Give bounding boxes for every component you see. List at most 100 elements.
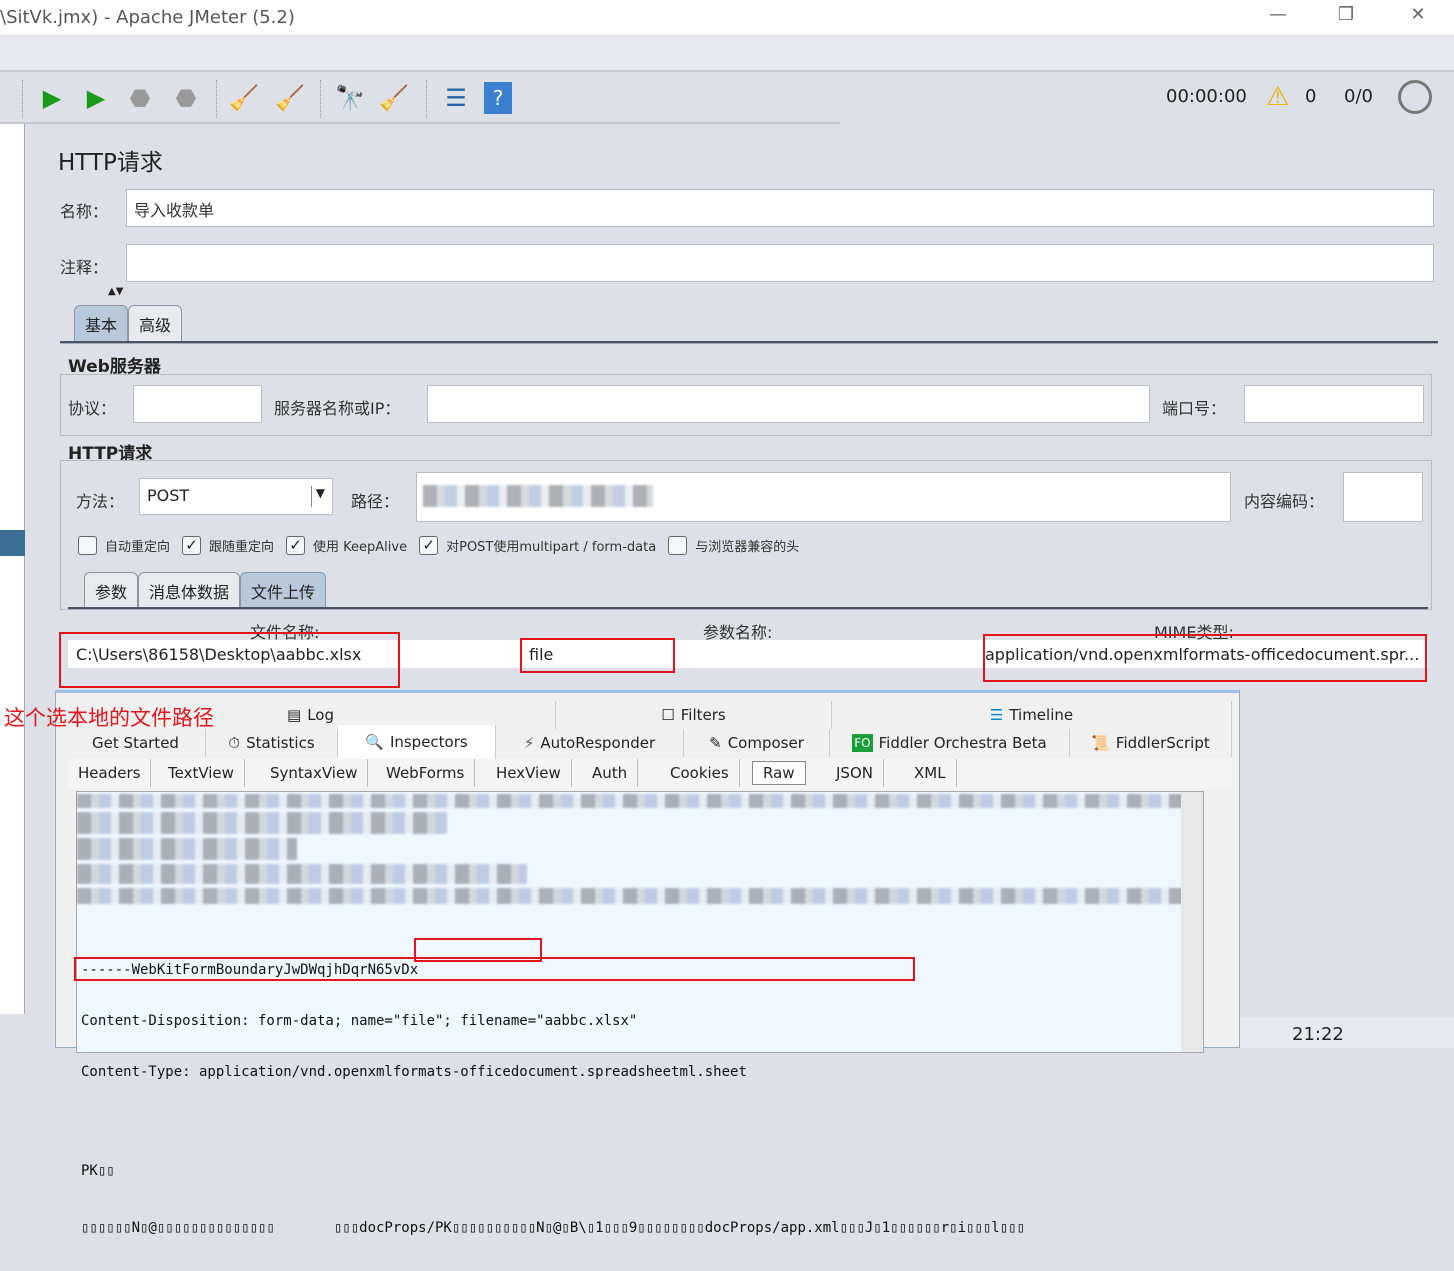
tab-label: Get Started <box>92 734 179 752</box>
separator <box>22 80 23 118</box>
window-title: \SitVk.jmx) - Apache JMeter (5.2) <box>0 7 295 28</box>
broom-icon[interactable]: 🧹 <box>378 82 410 114</box>
raw-request-view[interactable]: ------WebKitFormBoundaryJwDWqjhDqrN65vDx… <box>76 791 1204 1236</box>
blurred-content <box>77 864 527 884</box>
raw-line: Content-Disposition: form-data; name="fi… <box>81 1013 638 1029</box>
start-icon[interactable]: ▶ <box>36 82 68 114</box>
divider <box>68 607 1428 610</box>
clear-icon[interactable]: 🧹 <box>228 82 260 114</box>
toolbar: ▶ ▶ ⬣ ⬣ 🧹 🧹 🔭 🧹 ☰ ? <box>0 72 840 124</box>
tab-log-label: Log <box>307 706 334 724</box>
split-arrows-icon[interactable]: ▲▼ <box>108 286 123 297</box>
raw-line <box>81 1115 1025 1129</box>
tab-inspectors[interactable]: 🔍 Inspectors <box>338 725 496 759</box>
chevron-down-icon: ▼ <box>310 486 325 507</box>
tab-label: Fiddler Orchestra Beta <box>878 734 1047 752</box>
name-input[interactable]: 导入收款单 <box>126 189 1434 227</box>
start-no-pauses-icon[interactable]: ▶ <box>80 82 112 114</box>
subtab-textview[interactable]: TextView <box>158 759 245 787</box>
subtab-headers[interactable]: Headers <box>68 759 152 787</box>
port-label: 端口号： <box>1162 399 1227 418</box>
warning-count: 0 <box>1305 86 1317 107</box>
tab-get-started[interactable]: Get Started <box>66 729 206 757</box>
shutdown-icon[interactable]: ⬣ <box>170 82 202 114</box>
highlight-box <box>59 632 400 688</box>
tab-fiddlerscript[interactable]: 📜 FiddlerScript <box>1070 729 1232 757</box>
subtab-auth[interactable]: Auth <box>582 759 639 787</box>
stop-icon[interactable]: ⬣ <box>124 82 156 114</box>
multipart-label: 对POST使用multipart / form-data <box>446 540 657 555</box>
tree-selected-node[interactable] <box>0 530 25 556</box>
highlight-box <box>74 957 915 981</box>
menu-bar <box>0 36 1454 72</box>
main-tabs: 基本 高级 <box>74 305 183 341</box>
tab-filters[interactable]: ☐ Filters <box>556 701 832 729</box>
help-icon[interactable]: ? <box>484 82 512 114</box>
multipart-checkbox[interactable]: ✓ <box>419 536 439 555</box>
tab-fiddler-orchestra[interactable]: FO Fiddler Orchestra Beta <box>830 729 1070 757</box>
tab-label: FiddlerScript <box>1115 734 1210 752</box>
tab-statistics[interactable]: ⏱ Statistics <box>206 729 338 757</box>
port-input[interactable] <box>1244 385 1424 423</box>
tab-filters-label: Filters <box>680 706 726 724</box>
browser-headers-checkbox[interactable] <box>668 536 688 555</box>
tab-composer[interactable]: ✎ Composer <box>684 729 830 757</box>
timeline-icon: ☰ <box>989 706 1004 724</box>
tab-body-data[interactable]: 消息体数据 <box>138 572 241 608</box>
tab-parameters[interactable]: 参数 <box>84 572 139 608</box>
binoculars-icon[interactable]: 🔭 <box>334 82 366 114</box>
subtab-json[interactable]: JSON <box>826 759 884 787</box>
restore-button[interactable]: ❐ <box>1326 4 1366 25</box>
tab-basic[interactable]: 基本 <box>74 305 129 341</box>
highlight-box <box>983 634 1427 682</box>
subtab-xml[interactable]: XML <box>904 759 957 787</box>
stopwatch-icon: ⏱ <box>228 734 241 752</box>
lightning-icon: ⚡ <box>523 734 535 752</box>
protocol-input[interactable] <box>133 385 262 423</box>
encoding-input[interactable] <box>1343 472 1423 522</box>
name-label: 名称： <box>60 202 109 221</box>
tab-advanced[interactable]: 高级 <box>128 305 183 341</box>
inspector-subtabs: Headers TextView SyntaxView WebForms Hex… <box>68 759 1232 789</box>
subtab-syntaxview[interactable]: SyntaxView <box>260 759 369 787</box>
blurred-content <box>77 888 1197 904</box>
subtab-webforms[interactable]: WebForms <box>376 759 476 787</box>
function-helper-icon[interactable]: ☰ <box>440 82 472 114</box>
page-title: HTTP请求 <box>58 150 163 176</box>
subtab-cookies[interactable]: Cookies <box>660 759 740 787</box>
follow-redirect-checkbox[interactable]: ✓ <box>182 536 202 555</box>
server-label: 服务器名称或IP： <box>274 399 401 418</box>
tab-file-upload[interactable]: 文件上传 <box>240 572 327 608</box>
options-row: 自动重定向 ✓ 跟随重定向 ✓ 使用 KeepAlive ✓ 对POST使用multi… <box>78 536 799 555</box>
clear-all-icon[interactable]: 🧹 <box>274 82 306 114</box>
auto-redirect-checkbox[interactable] <box>78 536 97 555</box>
remote-icon[interactable] <box>1398 80 1432 114</box>
elapsed-time: 00:00:00 <box>1166 86 1247 107</box>
minimize-button[interactable]: — <box>1258 4 1298 25</box>
server-input[interactable] <box>427 385 1150 423</box>
taskbar: 21:22 <box>1240 1018 1454 1048</box>
name-value: 导入收款单 <box>134 201 215 220</box>
test-plan-tree[interactable] <box>0 124 25 1014</box>
raw-line: Content-Type: application/vnd.openxmlfor… <box>81 1064 747 1080</box>
blurred-content <box>77 794 1197 808</box>
method-select[interactable]: POST ▼ <box>139 478 333 515</box>
tab-label: Inspectors <box>389 733 468 751</box>
blurred-content <box>77 812 447 834</box>
subtab-hexview[interactable]: HexView <box>486 759 572 787</box>
path-input[interactable] <box>416 472 1231 522</box>
warning-icon[interactable]: ⚠ <box>1266 82 1289 112</box>
tab-label: Statistics <box>246 734 315 752</box>
comment-input[interactable] <box>126 244 1434 282</box>
clock: 21:22 <box>1292 1024 1344 1045</box>
subtab-raw[interactable]: Raw <box>752 761 806 785</box>
path-label: 路径： <box>351 492 400 511</box>
method-label: 方法： <box>76 492 125 511</box>
tab-timeline-label: Timeline <box>1009 706 1074 724</box>
tab-timeline[interactable]: ☰ Timeline <box>832 701 1232 729</box>
keepalive-checkbox[interactable]: ✓ <box>286 536 306 555</box>
tab-autoresponder[interactable]: ⚡ AutoResponder <box>496 729 684 757</box>
divider <box>60 341 1438 344</box>
close-button[interactable]: ✕ <box>1398 4 1438 25</box>
scrollbar[interactable] <box>1181 792 1203 1052</box>
